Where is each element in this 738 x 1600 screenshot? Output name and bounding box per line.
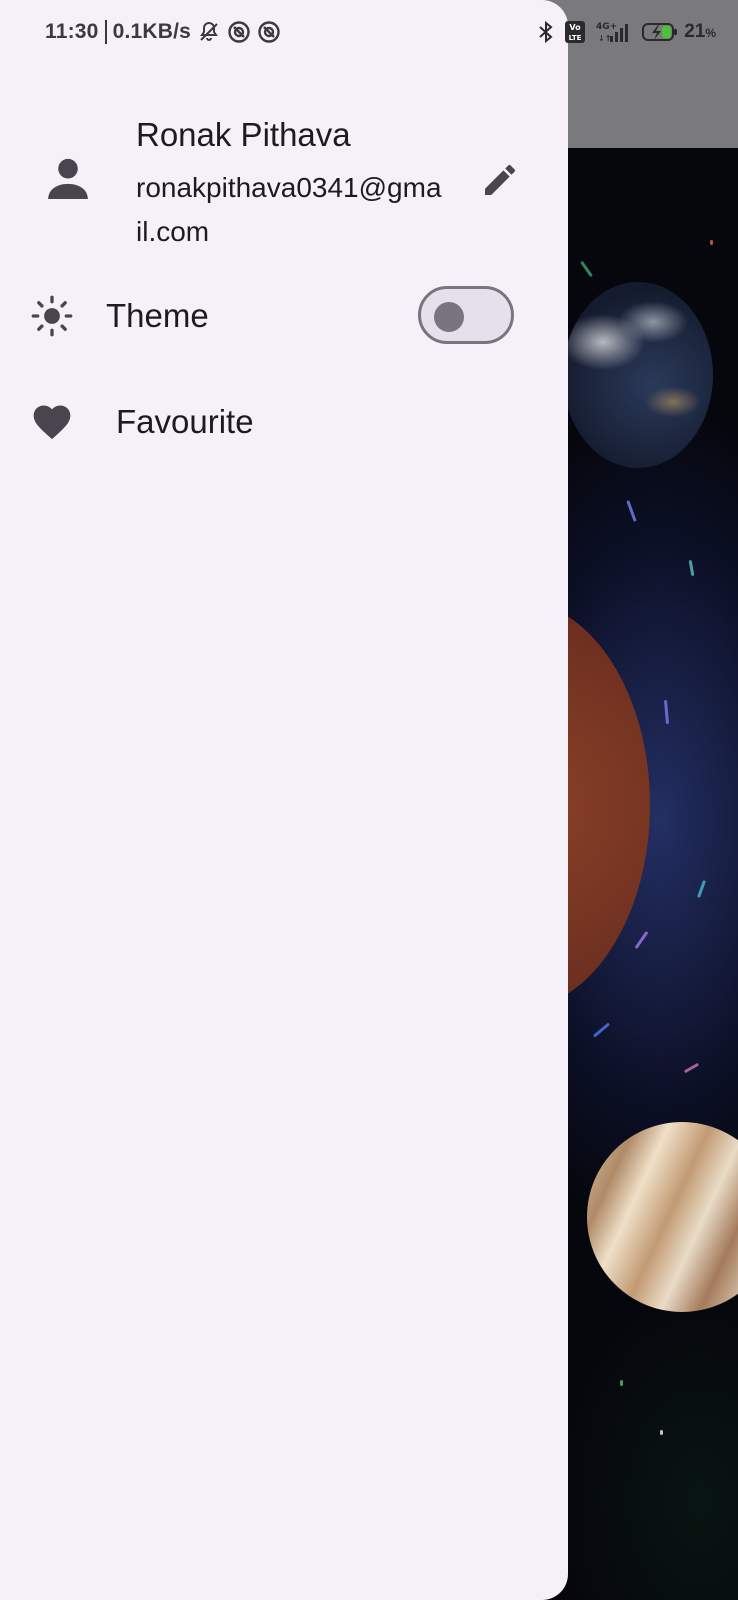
heart-icon xyxy=(30,400,74,444)
edit-profile-button[interactable] xyxy=(478,158,522,202)
signal-4g-icon: 4G+ ↓↑ xyxy=(594,20,634,44)
status-net-speed: 0.1KB/s xyxy=(112,20,192,43)
navigation-drawer: Ronak Pithava ronakpithava0341@gmail.com xyxy=(0,0,568,1600)
bluetooth-icon xyxy=(536,20,556,44)
sun-icon xyxy=(30,294,74,338)
profile-name: Ronak Pithava xyxy=(136,116,351,153)
planet-earth-image[interactable] xyxy=(563,282,713,468)
pencil-icon xyxy=(480,160,520,200)
switch-thumb xyxy=(434,302,464,332)
theme-label: Theme xyxy=(106,297,209,334)
theme-toggle-switch[interactable] xyxy=(418,286,514,344)
theme-menu-item[interactable]: Theme xyxy=(0,276,568,356)
sync-icon xyxy=(227,20,251,44)
svg-text:Vo: Vo xyxy=(570,23,582,32)
profile-email: ronakpithava0341@gmail.com xyxy=(136,172,442,247)
app-screen: Ronak Pithava ronakpithava0341@gmail.com xyxy=(0,0,738,1600)
status-bar: 11:30 0.1KB/s Vo LTE 4G+ ↓↑ 21% xyxy=(0,0,738,70)
star-streak xyxy=(620,1380,623,1386)
battery-unit: % xyxy=(705,26,716,40)
person-icon xyxy=(40,150,96,206)
svg-text:↓↑: ↓↑ xyxy=(598,34,611,43)
battery-level: 21% xyxy=(684,21,716,43)
battery-percent-text: 21 xyxy=(684,21,706,42)
status-right-group: Vo LTE 4G+ ↓↑ 21% xyxy=(528,20,716,44)
star-streak xyxy=(660,1430,663,1435)
status-separator xyxy=(104,20,107,44)
svg-text:LTE: LTE xyxy=(569,34,582,42)
volte-icon: Vo LTE xyxy=(564,20,586,44)
mute-bell-icon xyxy=(197,20,221,44)
profile-header: Ronak Pithava ronakpithava0341@gmail.com xyxy=(0,110,568,250)
status-time: 11:30 xyxy=(45,20,99,43)
favourite-label: Favourite xyxy=(116,403,254,440)
star-streak xyxy=(710,240,713,245)
battery-charging-icon xyxy=(642,20,678,44)
sync-icon xyxy=(257,20,281,44)
favourite-menu-item[interactable]: Favourite xyxy=(0,382,568,462)
svg-text:4G+: 4G+ xyxy=(596,22,617,32)
status-left-group: 11:30 0.1KB/s xyxy=(45,20,281,44)
